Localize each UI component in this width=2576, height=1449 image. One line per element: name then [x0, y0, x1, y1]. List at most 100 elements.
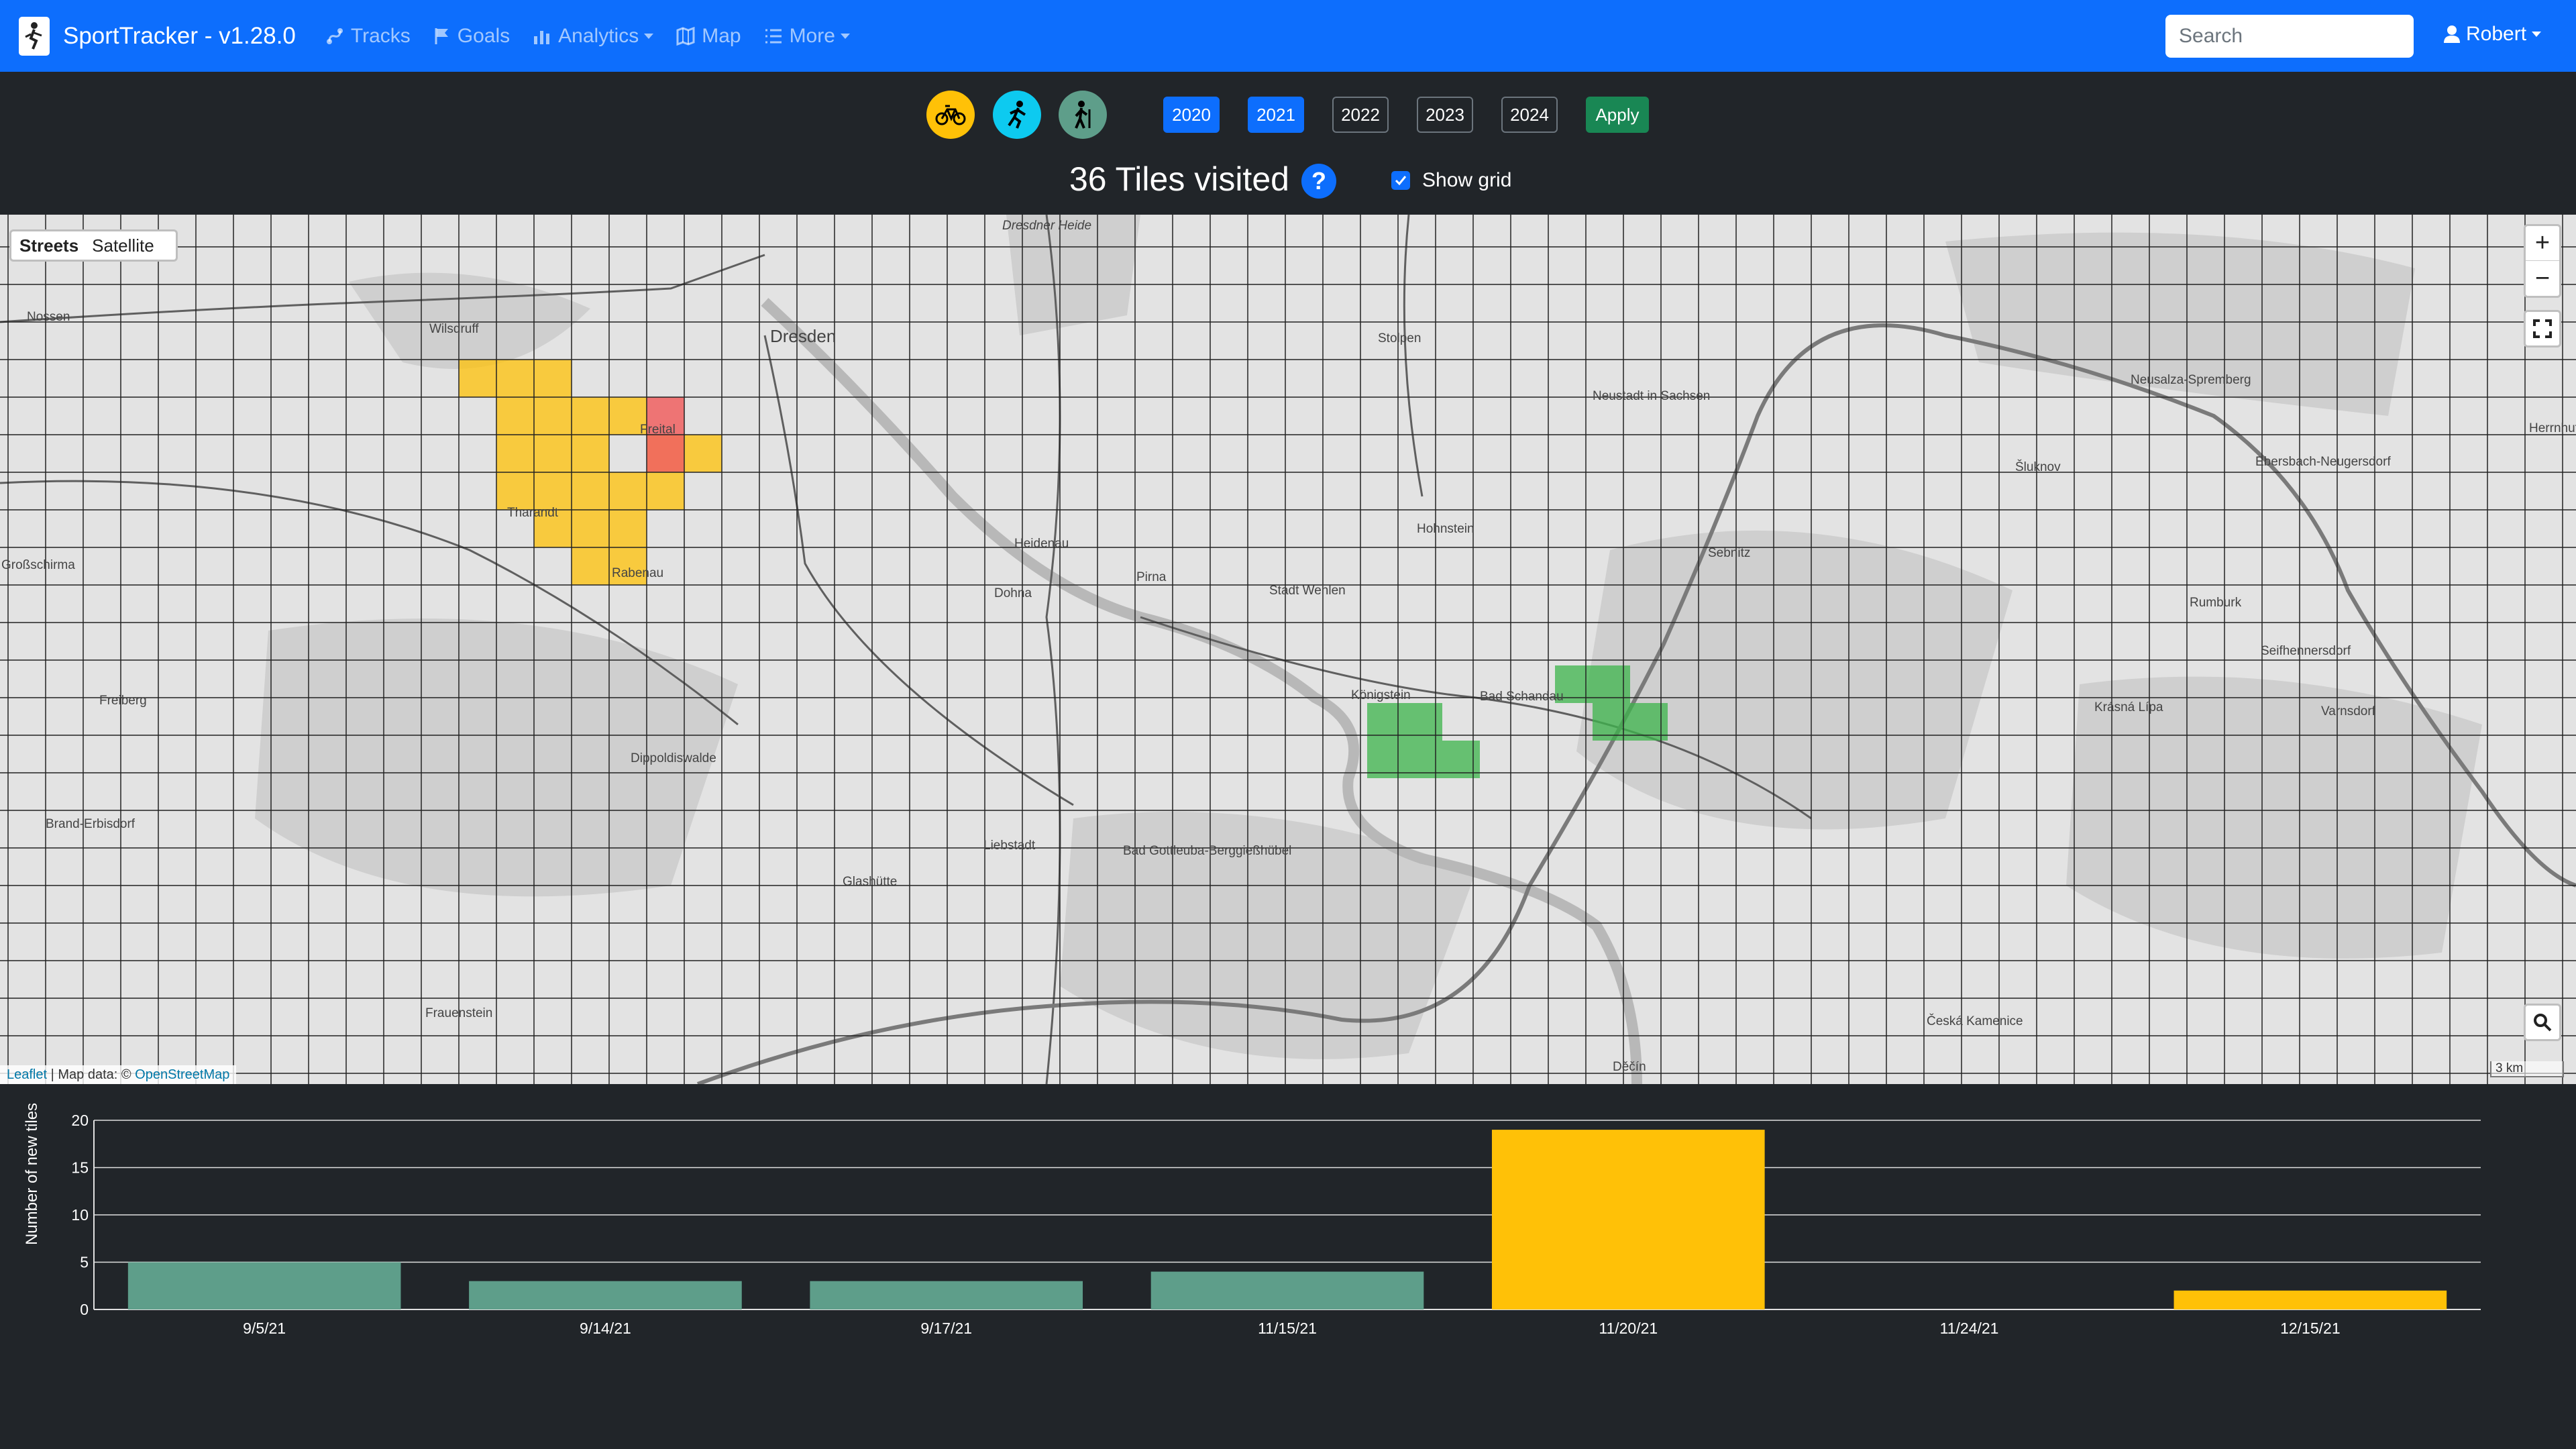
- place-label: Děčín: [1613, 1060, 1646, 1074]
- place-label: Großschirma: [1, 558, 75, 572]
- nav-more[interactable]: More: [764, 25, 850, 48]
- place-label: Dohna: [994, 586, 1032, 600]
- place-label: Rabenau: [612, 566, 663, 580]
- nav-analytics[interactable]: Analytics: [533, 24, 654, 48]
- app-logo-icon: [19, 16, 50, 56]
- tile-map[interactable]: Dresden Wilsdruff Nossen Freital Tharand…: [0, 215, 2576, 1084]
- nav-goals-label: Goals: [457, 24, 511, 47]
- place-label: Glashütte: [843, 875, 897, 889]
- place-label: Ebersbach-Neugersdorf: [2255, 455, 2391, 469]
- zoom-out-button[interactable]: −: [2526, 261, 2559, 296]
- place-label: Bad Gottleuba-Berggießhübel: [1123, 844, 1291, 858]
- y-tick-label: 5: [80, 1254, 89, 1271]
- chart-bar[interactable]: [2174, 1290, 2447, 1309]
- sport-filter-hike[interactable]: [1059, 91, 1107, 139]
- place-label: Frauenstein: [425, 1006, 492, 1020]
- map-canvas[interactable]: Dresden Wilsdruff Nossen Freital Tharand…: [0, 215, 2576, 1084]
- x-tick-label: 9/14/21: [580, 1320, 631, 1337]
- nav-tracks-label: Tracks: [350, 24, 411, 47]
- year-2023-button[interactable]: 2023: [1417, 97, 1473, 133]
- user-icon: [2444, 25, 2460, 43]
- place-label: Liebstadt: [983, 839, 1036, 853]
- chart-bar[interactable]: [1150, 1271, 1424, 1309]
- y-tick-label: 15: [71, 1159, 89, 1177]
- x-tick-label: 9/17/21: [920, 1320, 972, 1337]
- show-grid-toggle[interactable]: Show grid: [1391, 169, 1511, 192]
- tiles-visited-title: 36 Tiles visited: [1069, 160, 1289, 198]
- place-label: Wilsdruff: [429, 322, 479, 336]
- top-navbar: SportTracker - v1.28.0 Tracks Goals Anal…: [0, 0, 2576, 72]
- y-tick-label: 20: [71, 1112, 89, 1129]
- year-2024-button[interactable]: 2024: [1501, 97, 1558, 133]
- place-label: Dresdner Heide: [1002, 219, 1091, 233]
- help-button[interactable]: ?: [1301, 164, 1336, 199]
- chart-bar[interactable]: [1491, 1130, 1765, 1309]
- place-label: Herrnhut: [2529, 421, 2576, 435]
- nav-map-label: Map: [702, 24, 741, 47]
- chart-bar[interactable]: [469, 1281, 742, 1309]
- fullscreen-button[interactable]: [2524, 310, 2561, 347]
- show-grid-label: Show grid: [1422, 169, 1512, 191]
- new-tiles-bar-chart: 0 5 10 15 20 9/5/21 9/14/21 9/17/21 11/15/21 11/2…: [71, 1112, 2481, 1337]
- brand-title: SportTracker - v1.28.0: [63, 22, 296, 49]
- layer-streets-button[interactable]: Streets: [19, 235, 78, 256]
- chart-bar[interactable]: [810, 1281, 1083, 1309]
- place-label: Rumburk: [2190, 596, 2242, 610]
- show-grid-checkbox[interactable]: [1391, 171, 1410, 190]
- place-label: Šluknov: [2015, 460, 2061, 474]
- x-tick-label: 12/15/21: [2280, 1320, 2341, 1337]
- sport-filter-bike[interactable]: [926, 91, 975, 139]
- route-icon: [326, 28, 343, 44]
- nav-goals[interactable]: Goals: [433, 25, 510, 48]
- place-label: Dresden: [770, 326, 836, 346]
- place-label: Hohnstein: [1417, 522, 1474, 536]
- list-icon: [765, 29, 782, 43]
- nav-map[interactable]: Map: [676, 25, 741, 48]
- running-icon: [1008, 101, 1026, 129]
- year-2021-button[interactable]: 2021: [1248, 97, 1304, 133]
- place-label: Brand-Erbisdorf: [46, 817, 136, 831]
- hiking-icon: [1075, 101, 1091, 129]
- place-label: Stolpen: [1378, 331, 1421, 345]
- nav-more-label: More: [789, 24, 835, 47]
- flag-icon: [435, 28, 448, 44]
- zoom-in-button[interactable]: +: [2526, 226, 2559, 261]
- apply-button[interactable]: Apply: [1586, 97, 1649, 133]
- chart-bar[interactable]: [127, 1262, 401, 1310]
- place-label: Freital: [640, 423, 676, 437]
- place-label: Varnsdorf: [2321, 704, 2376, 718]
- place-label: Pirna: [1136, 570, 1167, 584]
- chevron-down-icon: [2532, 32, 2542, 37]
- place-label: Seifhennersdorf: [2261, 644, 2351, 658]
- year-2020-button[interactable]: 2020: [1163, 97, 1220, 133]
- layer-satellite-button[interactable]: Satellite: [92, 235, 154, 256]
- sport-filter-run[interactable]: [993, 91, 1041, 139]
- place-label: Sebnitz: [1708, 546, 1750, 560]
- place-label: Krásná Lípa: [2094, 700, 2163, 714]
- y-tick-label: 10: [71, 1206, 89, 1224]
- bicycle-icon: [935, 105, 966, 125]
- place-label: Neustadt in Sachsen: [1593, 389, 1710, 403]
- leaflet-link[interactable]: Leaflet: [7, 1067, 47, 1082]
- openstreetmap-link[interactable]: OpenStreetMap: [135, 1067, 229, 1082]
- place-label: Bad Schandau: [1480, 690, 1564, 704]
- nav-links: Tracks Goals Analytics Map More: [325, 25, 873, 48]
- place-label: Königstein: [1351, 688, 1411, 702]
- map-search-button[interactable]: [2524, 1004, 2561, 1041]
- place-label: Tharandt: [507, 506, 559, 520]
- fullscreen-icon: [2533, 319, 2552, 338]
- nav-analytics-label: Analytics: [558, 24, 639, 47]
- map-icon: [676, 26, 695, 46]
- brand[interactable]: SportTracker - v1.28.0: [19, 16, 296, 56]
- chevron-down-icon: [644, 33, 654, 39]
- search-input[interactable]: [2165, 15, 2414, 58]
- x-tick-label: 11/20/21: [1599, 1320, 1658, 1337]
- check-icon: [1395, 176, 1407, 186]
- year-2022-button[interactable]: 2022: [1332, 97, 1389, 133]
- user-menu[interactable]: Robert: [2443, 23, 2542, 46]
- place-label: Dippoldiswalde: [631, 751, 716, 765]
- x-tick-label: 11/24/21: [1940, 1320, 1999, 1337]
- user-name: Robert: [2466, 23, 2527, 45]
- nav-tracks[interactable]: Tracks: [325, 25, 411, 48]
- bar-chart-icon: [534, 30, 550, 44]
